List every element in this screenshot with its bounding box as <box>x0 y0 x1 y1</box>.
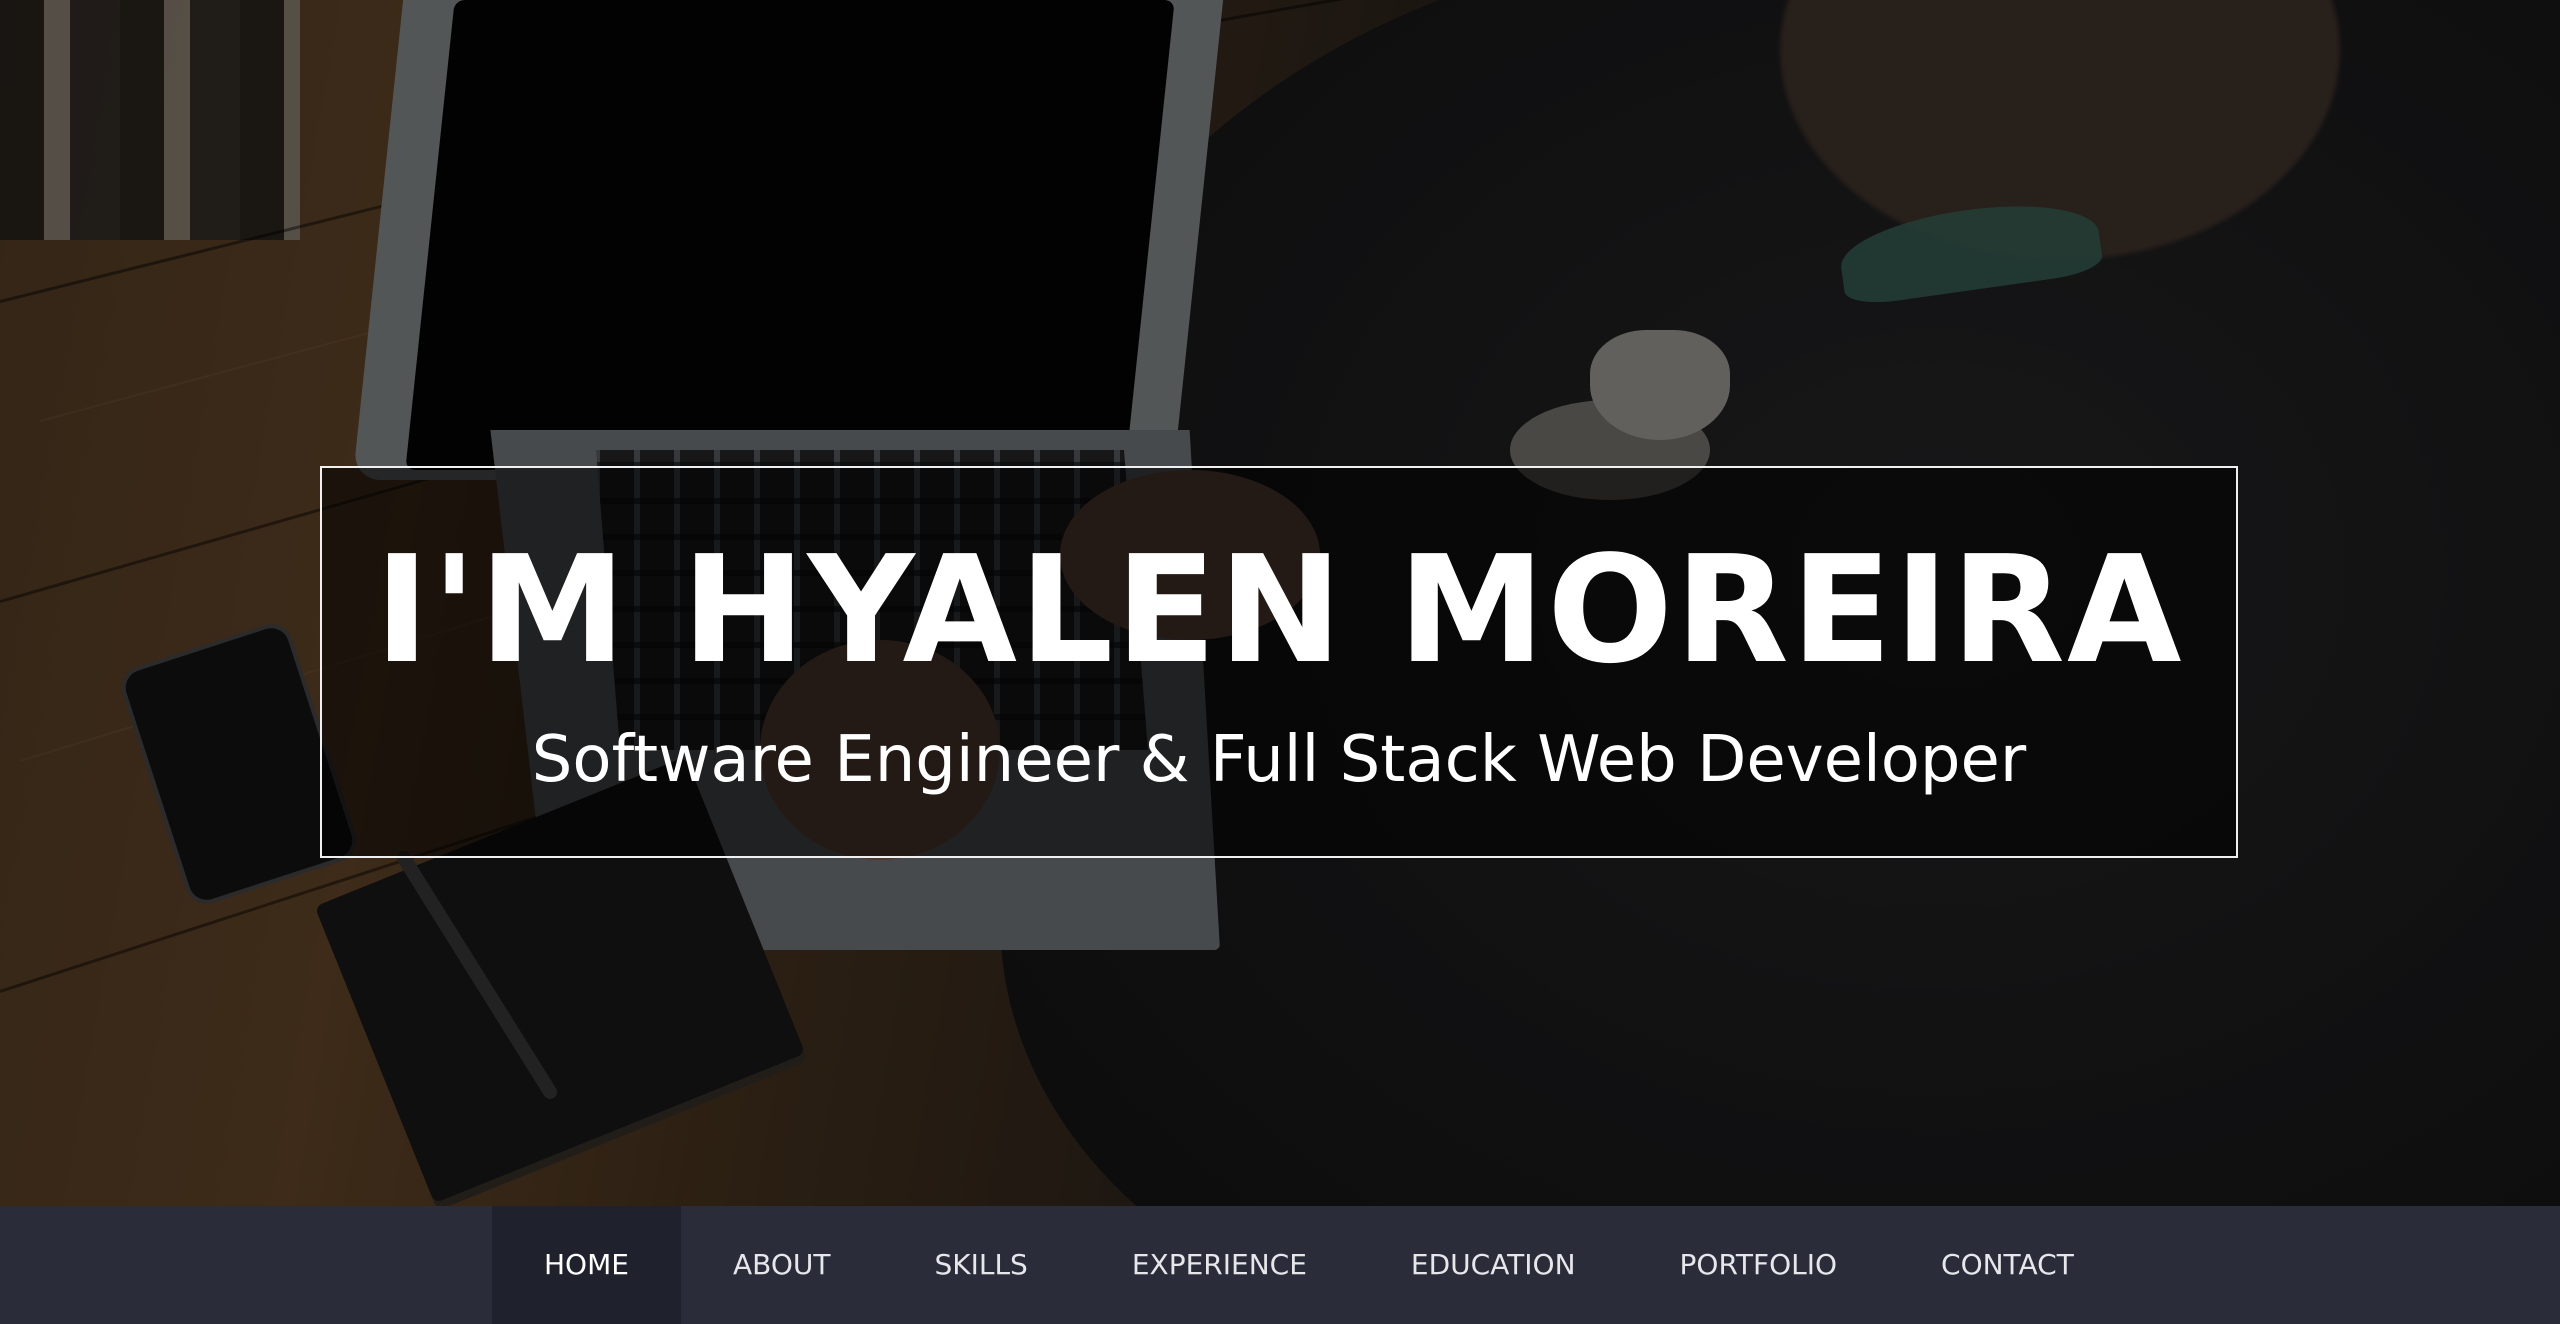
nav-item-portfolio[interactable]: PORTFOLIO <box>1628 1206 1890 1324</box>
hero-title: I'M HYALEN MOREIRA <box>374 524 2184 696</box>
page: I'M HYALEN MOREIRA Software Engineer & F… <box>0 0 2560 1324</box>
hero-title-box: I'M HYALEN MOREIRA Software Engineer & F… <box>320 466 2238 858</box>
hero-subtitle: Software Engineer & Full Stack Web Devel… <box>531 723 2027 797</box>
nav-item-experience[interactable]: EXPERIENCE <box>1080 1206 1359 1324</box>
nav-item-home[interactable]: HOME <box>492 1206 681 1324</box>
nav-item-about[interactable]: ABOUT <box>681 1206 883 1324</box>
hero-section: I'M HYALEN MOREIRA Software Engineer & F… <box>0 0 2560 1206</box>
nav-list: HOME ABOUT SKILLS EXPERIENCE EDUCATION P… <box>492 1206 2126 1324</box>
nav-item-skills[interactable]: SKILLS <box>882 1206 1079 1324</box>
nav-item-education[interactable]: EDUCATION <box>1359 1206 1628 1324</box>
main-navigation: HOME ABOUT SKILLS EXPERIENCE EDUCATION P… <box>0 1206 2560 1324</box>
nav-item-contact[interactable]: CONTACT <box>1889 1206 2126 1324</box>
